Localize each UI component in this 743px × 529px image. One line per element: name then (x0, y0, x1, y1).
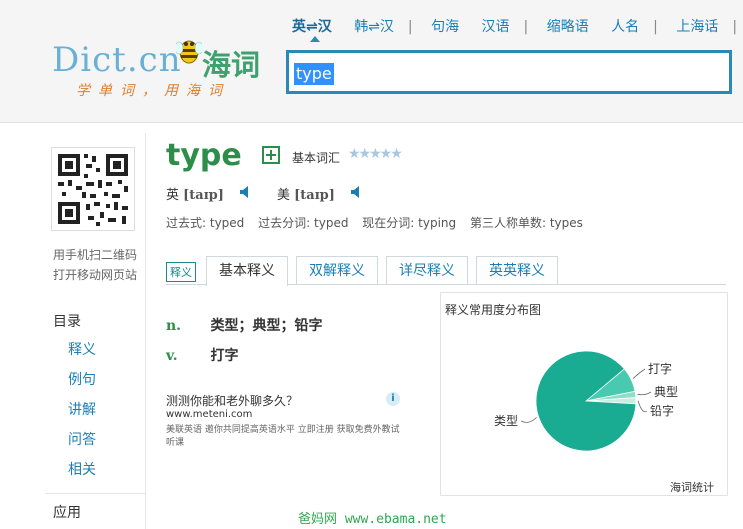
info-icon[interactable]: i (386, 392, 400, 406)
form-value[interactable]: typing (418, 216, 456, 230)
pie-label: 典型 (654, 385, 678, 399)
nav-ko-zh[interactable]: 韩⇌汉 (354, 16, 394, 36)
form-value[interactable]: types (550, 216, 583, 230)
qr-caption-line1: 用手机扫二维码 (53, 248, 138, 262)
word-level: 基本词汇 (292, 151, 341, 165)
nav-en-zh[interactable]: 英⇌汉 (292, 16, 332, 36)
ad-title[interactable]: 测测你能和老外聊多久？ (166, 392, 298, 409)
form-label: 第三人称单数: (469, 216, 547, 230)
active-nav-caret-icon (310, 36, 320, 42)
part-of-speech: v. (166, 348, 178, 364)
logo-brand: 海词 (202, 48, 261, 82)
us-speaker-icon[interactable] (351, 186, 361, 198)
uk-phonetic: [taɪp] (183, 188, 224, 203)
pie-leader-line (637, 400, 648, 413)
pie-label: 铅字 (650, 403, 674, 418)
frequency-stars: ★★★★★ (348, 146, 403, 162)
toc-item-definitions[interactable]: 释义 (68, 339, 96, 359)
bee-icon (176, 40, 202, 64)
toc-item-examples[interactable]: 例句 (68, 369, 96, 389)
definition-text: 类型；典型；铅字 (210, 318, 323, 334)
left-sidebar: 用手机扫二维码 打开移动网页站 目录 释义 例句 讲解 问答 相关 应用 (45, 133, 146, 529)
us-pronunciation: 美 [taɪp] (277, 184, 335, 203)
qr-code (51, 147, 135, 231)
form-value[interactable]: typed (314, 216, 348, 230)
usage-chart-panel: 释义常用度分布图 打字 典型 铅字 类型 海词统计 (440, 292, 728, 496)
logo-text: Dict.cn (52, 40, 182, 80)
pie-leader-line (632, 368, 646, 379)
toc-item-qa[interactable]: 问答 (68, 429, 96, 449)
form-label: 过去分词: (258, 216, 311, 230)
form-value[interactable]: typed (210, 216, 244, 230)
toc-item-related[interactable]: 相关 (68, 459, 96, 479)
logo-slogan: 学单词，用海词 (76, 83, 230, 99)
uk-speaker-icon[interactable] (240, 186, 250, 198)
nav-names[interactable]: 人名 (611, 16, 639, 36)
pie-leader-line (520, 417, 537, 423)
chart-source: 海词统计 (670, 481, 714, 494)
definition-tag: 释义 (166, 262, 196, 282)
nav-sentences[interactable]: 句海 (431, 16, 459, 36)
definition-item: v. 打字 (166, 345, 238, 365)
site-logo[interactable]: Dict.cn 海词 学单词，用海词 (52, 36, 282, 108)
pie-leader-line (637, 391, 652, 396)
us-label: 美 (277, 188, 291, 203)
tab-english-definition[interactable]: 英英释义 (476, 256, 558, 284)
uk-pronunciation: 英 [taɪp] (166, 184, 224, 203)
part-of-speech: n. (166, 318, 182, 334)
search-box[interactable]: type (286, 50, 732, 94)
toc-title: 目录 (53, 314, 81, 330)
qr-code-icon (58, 154, 128, 226)
search-selected-text: type (294, 63, 334, 85)
pie-label: 类型 (494, 414, 518, 428)
us-phonetic: [taɪp] (294, 188, 335, 203)
watermark: 爸妈网 www.ebama.net (298, 512, 447, 527)
qr-caption-line2: 打开移动网页站 (53, 268, 138, 282)
tab-bilingual-definition[interactable]: 双解释义 (296, 256, 378, 284)
usage-pie-chart: 打字典型铅字类型 (494, 350, 678, 452)
dictionary-nav: 英⇌汉 韩⇌汉| 句海 汉语| 缩略语 人名| 上海话| 广 (292, 16, 743, 36)
qr-caption: 用手机扫二维码 打开移动网页站 (53, 245, 137, 285)
toc-item-explanation[interactable]: 讲解 (68, 399, 96, 419)
add-to-wordbook-icon[interactable] (262, 146, 280, 164)
word-forms: 过去式: typed 过去分词: typed 现在分词: typing 第三人称… (166, 214, 593, 231)
search-input[interactable] (295, 61, 719, 87)
definition-item: n. 类型；典型；铅字 (166, 315, 322, 335)
pie-label: 打字 (648, 361, 672, 376)
ad-description[interactable]: 美联英语 邀你共同提高英语水平 立即注册 获取免费外教试听课 (166, 424, 401, 450)
definition-text: 打字 (210, 348, 239, 364)
form-label: 过去式: (166, 216, 207, 230)
uk-label: 英 (166, 188, 180, 203)
nav-shanghainese[interactable]: 上海话 (676, 16, 718, 36)
tab-basic-definition[interactable]: 基本释义 (206, 256, 288, 286)
tab-detailed-definition[interactable]: 详尽释义 (386, 256, 468, 284)
nav-chinese[interactable]: 汉语 (482, 16, 510, 36)
ad-url[interactable]: www.meteni.com (166, 409, 252, 420)
sidebar-divider (45, 493, 145, 494)
apps-title: 应用 (53, 505, 81, 521)
headword: type (166, 138, 242, 173)
nav-abbreviations[interactable]: 缩略语 (547, 16, 589, 36)
form-label: 现在分词: (362, 216, 415, 230)
